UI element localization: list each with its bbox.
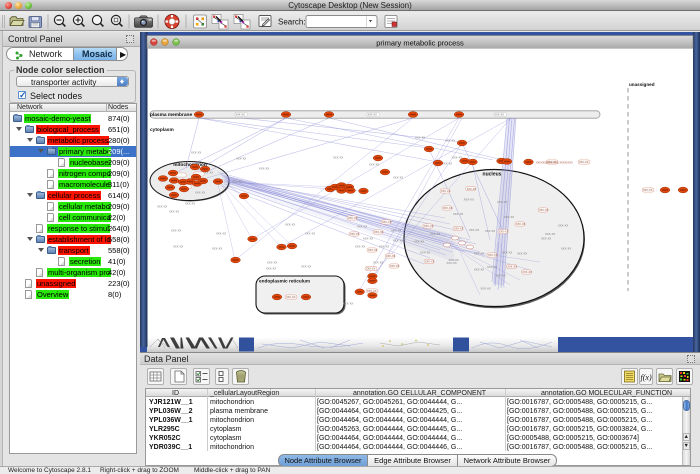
svg-text:cytoplasm: cytoplasm xyxy=(150,127,174,133)
svg-text:xxx-xx: xxx-xx xyxy=(497,200,507,204)
svg-text:xxx-xx: xxx-xx xyxy=(393,175,403,179)
svg-text:xxx-xx: xxx-xx xyxy=(445,138,455,142)
svg-text:xxx-xx: xxx-xx xyxy=(545,232,555,236)
svg-text:xxx-xx: xxx-xx xyxy=(266,266,276,270)
svg-text:xxx-xx: xxx-xx xyxy=(523,270,533,274)
svg-text:xxx-xx: xxx-xx xyxy=(467,187,477,191)
svg-text:xxx-xx: xxx-xx xyxy=(195,190,205,194)
svg-text:xxx-xx: xxx-xx xyxy=(558,223,568,227)
svg-text:xxx-xx: xxx-xx xyxy=(236,156,246,160)
svg-text:f(x): f(x) xyxy=(641,373,652,382)
svg-text:xxx-xx: xxx-xx xyxy=(469,228,479,232)
svg-text:xxx-xx: xxx-xx xyxy=(424,224,434,228)
svg-text:xxx-xx: xxx-xx xyxy=(541,236,551,240)
svg-text:xxx-xx: xxx-xx xyxy=(301,264,311,268)
svg-text:xxx-xx: xxx-xx xyxy=(495,113,505,117)
svg-text:xxx-xx: xxx-xx xyxy=(420,250,430,254)
svg-text:xxx-xx: xxx-xx xyxy=(232,179,242,183)
svg-text:xxx-xx: xxx-xx xyxy=(350,232,360,236)
svg-text:xxx-xx: xxx-xx xyxy=(373,260,383,264)
svg-text:xxx-xx: xxx-xx xyxy=(447,261,457,265)
svg-text:xxx-xx: xxx-xx xyxy=(191,150,201,154)
svg-text:xxx-xx: xxx-xx xyxy=(285,222,295,226)
svg-text:xxx-xx: xxx-xx xyxy=(212,246,222,250)
svg-text:xxx-xx: xxx-xx xyxy=(374,230,384,234)
svg-text:xxx-xx: xxx-xx xyxy=(348,216,358,220)
svg-text:xxx-xx: xxx-xx xyxy=(561,246,571,250)
svg-text:xxx-xx: xxx-xx xyxy=(474,251,484,255)
svg-text:xxx-xx: xxx-xx xyxy=(442,161,452,165)
svg-text:xxx-xx: xxx-xx xyxy=(333,155,343,159)
svg-text:xxx-xx: xxx-xx xyxy=(453,212,463,216)
svg-text:xxx-xx: xxx-xx xyxy=(441,189,451,193)
svg-text:xxx-xx: xxx-xx xyxy=(443,206,453,210)
svg-text:xxx-xx: xxx-xx xyxy=(643,188,653,192)
svg-text:xxx-xx: xxx-xx xyxy=(368,248,378,252)
svg-text:xxx-xx: xxx-xx xyxy=(390,264,400,268)
svg-text:xxx-xx: xxx-xx xyxy=(415,135,425,139)
svg-text:xxx-xx: xxx-xx xyxy=(430,232,440,236)
svg-text:xxx-xx: xxx-xx xyxy=(454,227,464,231)
svg-text:xxx-xx: xxx-xx xyxy=(487,265,497,269)
svg-text:plasma membrane: plasma membrane xyxy=(150,112,192,118)
svg-text:xxx-xx: xxx-xx xyxy=(368,113,378,117)
svg-text:xxx-xx: xxx-xx xyxy=(386,254,396,258)
svg-text:unassigned: unassigned xyxy=(629,82,655,87)
svg-text:xxxxxxxxxx-xxx-xxxxxxxx: xxxxxxxxxx-xxx-xxxxxxxx xyxy=(536,160,573,164)
svg-text:xxx-xx: xxx-xx xyxy=(185,201,195,205)
svg-text:xxx-xx: xxx-xx xyxy=(517,251,527,255)
svg-text:xxx-xx: xxx-xx xyxy=(305,231,315,235)
svg-text:xxx-xx: xxx-xx xyxy=(508,265,518,269)
svg-text:xxx-xx: xxx-xx xyxy=(171,228,181,232)
svg-text:primary metabolic process: primary metabolic process xyxy=(376,39,464,48)
svg-text:xxx-xx: xxx-xx xyxy=(216,231,226,235)
svg-text:xxx-xx: xxx-xx xyxy=(425,260,435,264)
svg-text:xxx-xx: xxx-xx xyxy=(496,273,506,277)
svg-text:Search:: Search: xyxy=(278,18,306,27)
svg-text:xxx-xx: xxx-xx xyxy=(169,209,179,213)
svg-text:xxx-xx: xxx-xx xyxy=(286,295,296,299)
svg-text:xxx-xx: xxx-xx xyxy=(414,239,424,243)
svg-text:xxx-xx: xxx-xx xyxy=(357,224,367,228)
svg-text:xxx-xx: xxx-xx xyxy=(366,267,376,271)
svg-text:xxx-xx: xxx-xx xyxy=(516,222,526,226)
svg-text:xxx-xx: xxx-xx xyxy=(485,229,495,233)
svg-text:xxx-xx: xxx-xx xyxy=(267,260,277,264)
svg-text:xxx-xx: xxx-xx xyxy=(173,244,183,248)
svg-text:xxx-xx: xxx-xx xyxy=(481,286,491,290)
svg-text:xxx-xx: xxx-xx xyxy=(539,208,549,212)
svg-text:xxx-xx: xxx-xx xyxy=(382,220,392,224)
svg-text:xxx-xx: xxx-xx xyxy=(379,244,389,248)
svg-text:xxx-xx: xxx-xx xyxy=(464,198,474,202)
svg-text:xxx-xx: xxx-xx xyxy=(157,204,167,208)
svg-text:xxx-xx: xxx-xx xyxy=(393,238,403,242)
svg-text:xxx-xx: xxx-xx xyxy=(504,215,514,219)
svg-text:xxx-xx: xxx-xx xyxy=(488,253,498,257)
svg-text:xxx-xx: xxx-xx xyxy=(259,166,269,170)
svg-text:xxx-xx: xxx-xx xyxy=(236,113,246,117)
svg-text:xxx-xx: xxx-xx xyxy=(369,162,379,166)
svg-text:xxx-xx: xxx-xx xyxy=(474,267,484,271)
svg-text:xxx-xx: xxx-xx xyxy=(343,301,353,305)
svg-text:endoplasmic reticulum: endoplasmic reticulum xyxy=(259,279,310,284)
svg-text:xxx-xx: xxx-xx xyxy=(579,160,589,164)
svg-text:xxx-xx: xxx-xx xyxy=(355,244,365,248)
svg-text:xxx-xx: xxx-xx xyxy=(499,230,509,234)
svg-text:xxx-xx: xxx-xx xyxy=(502,250,512,254)
svg-text:xxx-xx: xxx-xx xyxy=(363,236,373,240)
svg-text:nucleus: nucleus xyxy=(483,172,502,178)
svg-text:xxx-xx: xxx-xx xyxy=(391,228,401,232)
